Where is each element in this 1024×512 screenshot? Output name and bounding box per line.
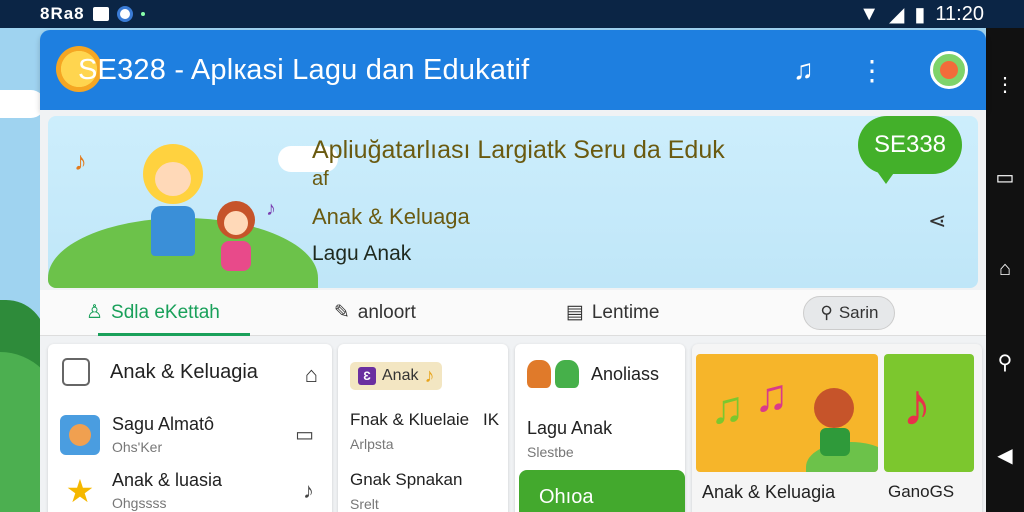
- tab-label: Sdla eKettah: [111, 301, 220, 323]
- hero-tag: Lagu Anak: [312, 242, 412, 265]
- song-thumbnail: [60, 414, 100, 455]
- main-panel: ♪ ♪ Apliuğatarlıası Largiatk Seru da Edu…: [40, 110, 986, 512]
- dot-icon: [140, 12, 145, 16]
- search-nav-icon[interactable]: ⚲: [998, 350, 1013, 375]
- kid-illustration: [814, 388, 854, 428]
- search-label: Sarin: [838, 302, 879, 322]
- category-chip[interactable]: Ɛ Anak ♪: [350, 362, 443, 390]
- person-icon: ♙: [86, 302, 104, 323]
- card-title: Lagu Anak: [527, 418, 613, 438]
- featured-image[interactable]: ♫ ♫: [696, 354, 878, 472]
- document-icon: ▤: [565, 302, 584, 323]
- song-subtitle: Arlpsta: [350, 436, 394, 452]
- app-bar: SE328 - Aplкasi Lagu dan Edukatif ♫ ⋮: [40, 30, 986, 110]
- app-title: SE328 - Aplкasi Lagu dan Edukatif: [78, 53, 530, 86]
- search-icon: ⚲: [820, 302, 833, 322]
- play-button[interactable]: Ohıoa: [519, 470, 685, 512]
- avatar[interactable]: [930, 51, 968, 89]
- music-note-icon[interactable]: ♪: [303, 478, 314, 504]
- tab-third[interactable]: ▤ Lentime: [540, 290, 686, 336]
- app-icon: [116, 6, 133, 22]
- featured-caption: Anak & Keluagia: [702, 482, 836, 502]
- chip-icon: Ɛ: [358, 367, 376, 385]
- hero-banner: ♪ ♪ Apliuğatarlıası Largiatk Seru da Edu…: [48, 116, 978, 288]
- card-header: Anoliass: [591, 363, 660, 384]
- more-vert-icon[interactable]: ⋮: [858, 54, 886, 87]
- music-note-icon: ♪: [902, 371, 932, 438]
- music-note-icon: ♫: [754, 369, 789, 421]
- item-subtitle: Ohgssss: [112, 495, 167, 511]
- hero-title: Apliuğatarlıası Largiatk Seru da Eduk: [312, 136, 725, 164]
- share-icon[interactable]: ⋖: [928, 208, 946, 234]
- boy-illustration: [213, 201, 259, 281]
- system-nav-bar: ⋮ ▭ ⌂ ⚲ ◀: [986, 28, 1024, 512]
- music-note-icon: ♪: [266, 198, 276, 220]
- featured-card[interactable]: ♫ ♫ ♪ Anak & Keluagia GanoGS: [692, 344, 982, 512]
- background-cloud: [0, 90, 45, 118]
- song-title: Gnak Spnakan: [350, 470, 463, 489]
- song-title-suffix: IK: [483, 410, 500, 429]
- item-title: Anak & luasia: [112, 470, 223, 490]
- signal-icon: ◢: [889, 3, 905, 26]
- tab-main[interactable]: ♙ Sdla eKettah: [60, 290, 250, 336]
- comment-icon[interactable]: ▭: [295, 422, 314, 447]
- song-card[interactable]: Ɛ Anak ♪ Fnak & Kluelaie IK Arlpsta Gnak…: [338, 344, 508, 512]
- music-note-icon: ♫: [710, 381, 745, 433]
- speech-badge: SE338: [858, 116, 962, 184]
- animal-icons: [527, 360, 579, 388]
- animal-card[interactable]: Anoliass Lagu Anak Slestbe Ohıoa: [515, 344, 685, 512]
- edit-icon: ✎: [333, 302, 350, 323]
- tab-bar: ♙ Sdla eKettah ✎ anloort ▤ Lentime ⚲ Sar…: [40, 290, 986, 336]
- featured-caption: GanoGS: [888, 482, 955, 501]
- chip-label: Anak: [382, 367, 419, 384]
- music-note-icon: ♪: [424, 364, 435, 387]
- status-bar: 8Ra8 ▼ ◢ ▮ 11:20: [0, 0, 1024, 28]
- item-title: Sagu Almatô: [112, 414, 215, 434]
- more-vert-nav-icon[interactable]: ⋮: [995, 72, 1015, 97]
- hero-subtitle: Anak & Keluaga: [312, 204, 470, 229]
- girl-illustration: [138, 144, 208, 274]
- star-icon: ★: [65, 472, 95, 509]
- tab-second[interactable]: ✎ anloort: [308, 290, 442, 336]
- song-subtitle: Srelt: [350, 496, 379, 512]
- hero-title-continued: af: [312, 168, 329, 190]
- card-subtitle: Slestbe: [527, 444, 574, 460]
- search-button[interactable]: ⚲ Sarin: [803, 295, 896, 330]
- status-left-text: 8Ra8: [40, 4, 85, 23]
- chat-icon: [62, 358, 90, 386]
- recent-apps-icon[interactable]: ▭: [996, 165, 1015, 190]
- home-icon[interactable]: ⌂: [305, 362, 318, 388]
- card-header: Anak & Keluagia: [110, 360, 258, 383]
- list-item[interactable]: Sagu Almatô Ohs'Ker: [60, 414, 214, 455]
- back-nav-icon[interactable]: ◀: [997, 443, 1012, 468]
- status-time: 11:20: [935, 2, 984, 25]
- music-note-icon[interactable]: ♫: [793, 54, 814, 86]
- featured-image[interactable]: ♪: [884, 354, 974, 472]
- notification-icon: [92, 7, 109, 21]
- tab-label: anloort: [357, 301, 416, 323]
- battery-icon: ▮: [914, 3, 926, 26]
- wifi-icon: ▼: [859, 2, 880, 25]
- tab-label: Lentime: [591, 301, 660, 323]
- list-item[interactable]: ★ Anak & luasia Ohgssss: [60, 470, 222, 511]
- category-card[interactable]: Anak & Keluagia ⌂ Sagu Almatô Ohs'Ker ▭ …: [48, 344, 332, 512]
- song-title: Fnak & Kluelaie: [350, 410, 470, 429]
- home-nav-icon[interactable]: ⌂: [999, 258, 1011, 281]
- item-subtitle: Ohs'Ker: [112, 439, 163, 455]
- music-note-icon: ♪: [74, 146, 87, 176]
